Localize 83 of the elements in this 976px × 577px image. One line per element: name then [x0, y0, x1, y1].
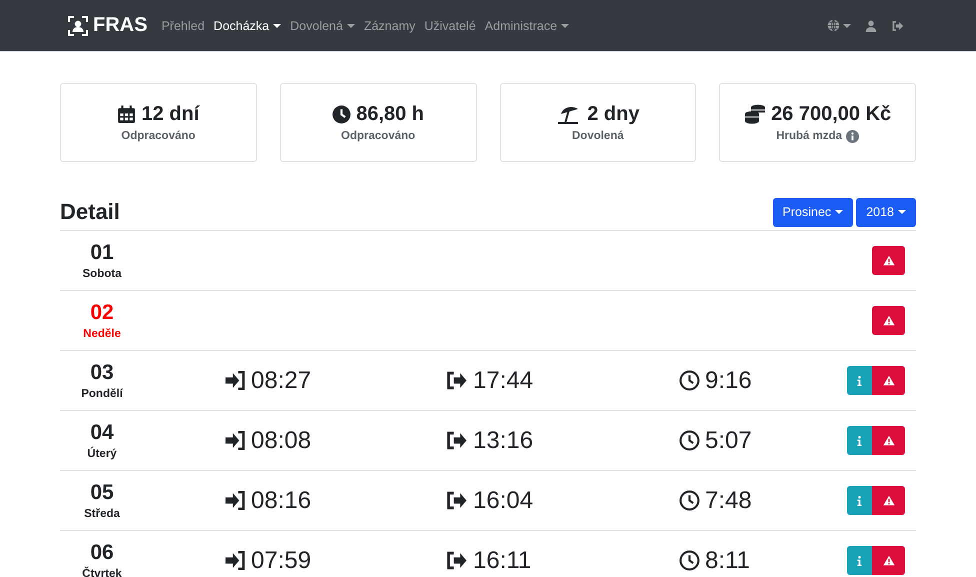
warning-icon	[882, 315, 894, 326]
calendar-icon	[117, 105, 136, 124]
clock-icon	[679, 430, 700, 451]
stat-value: 2 dny	[587, 103, 640, 126]
stat-label: Dovolená	[572, 130, 624, 142]
nav-link[interactable]: Docházka	[214, 18, 282, 32]
arrival-time: 08:08	[251, 426, 312, 454]
duration-time: 9:16	[705, 366, 752, 394]
info-icon	[857, 496, 862, 506]
stat-label: Hrubá mzda	[776, 130, 842, 142]
logout-icon[interactable]	[891, 20, 904, 32]
weekday-label: Sobota	[82, 268, 122, 280]
stat-value: 12 dní	[141, 103, 200, 126]
warning-button[interactable]	[872, 366, 905, 395]
warning-icon	[882, 555, 894, 566]
stat-label: Odpracováno	[121, 130, 196, 142]
stat-label: Odpracováno	[341, 130, 416, 142]
duration-time: 8:11	[705, 546, 750, 574]
departure-time: 13:16	[473, 426, 534, 454]
month-dropdown[interactable]: Prosinec	[772, 198, 854, 226]
sign-out-icon	[446, 491, 468, 510]
info-icon	[857, 556, 862, 566]
arrival-time: 07:59	[251, 546, 312, 574]
nav-link[interactable]: Přehled	[161, 18, 205, 32]
sign-out-icon	[446, 431, 468, 450]
day-number: 03	[90, 361, 114, 385]
nav-link[interactable]: Dovolená	[290, 18, 355, 32]
info-button[interactable]	[847, 486, 872, 515]
arrival-time: 08:27	[251, 366, 312, 394]
info-button[interactable]	[847, 366, 872, 395]
clock-icon	[679, 550, 700, 571]
clock-icon	[679, 370, 700, 391]
weekday-label: Středa	[84, 508, 120, 520]
sign-out-icon	[446, 551, 468, 570]
weekday-label: Úterý	[87, 448, 117, 460]
info-button[interactable]	[847, 546, 872, 575]
day-number: 05	[90, 481, 114, 505]
info-button[interactable]	[847, 426, 872, 455]
warning-button[interactable]	[872, 306, 905, 335]
warning-button[interactable]	[872, 486, 905, 515]
sign-in-icon	[224, 371, 246, 390]
sign-in-icon	[224, 491, 246, 510]
sign-in-icon	[224, 551, 246, 570]
nav-link[interactable]: Záznamy	[364, 18, 416, 32]
coins-icon	[744, 104, 766, 124]
clock-icon	[679, 490, 700, 511]
brand-logo[interactable]: FRAS	[68, 14, 148, 37]
stat-value: 86,80 h	[356, 103, 424, 126]
warning-icon	[882, 255, 894, 266]
departure-time: 16:11	[473, 546, 532, 574]
nav-link[interactable]: Uživatelé	[424, 18, 476, 32]
sign-out-icon	[446, 371, 468, 390]
user-icon[interactable]	[865, 20, 877, 32]
user-frame-icon	[68, 16, 88, 36]
weekday-label: Neděle	[83, 328, 121, 340]
warning-button[interactable]	[872, 426, 905, 455]
warning-button[interactable]	[872, 246, 905, 275]
day-number: 06	[90, 541, 114, 565]
info-icon	[857, 436, 862, 446]
day-number: 01	[90, 241, 114, 265]
section-title: Detail	[60, 199, 120, 225]
globe-icon[interactable]	[827, 19, 840, 32]
duration-time: 5:07	[705, 426, 752, 454]
warning-icon	[882, 375, 894, 386]
departure-time: 17:44	[473, 366, 534, 394]
day-number: 02	[90, 301, 114, 325]
arrival-time: 08:16	[251, 486, 312, 514]
info-icon	[857, 376, 862, 386]
caret-icon[interactable]	[843, 24, 851, 28]
info-icon[interactable]	[846, 130, 860, 142]
year-dropdown[interactable]: 2018	[856, 198, 916, 226]
warning-icon	[882, 435, 894, 446]
sign-in-icon	[224, 431, 246, 450]
departure-time: 16:04	[473, 486, 534, 514]
duration-time: 7:48	[705, 486, 752, 514]
stat-value: 26 700,00 Kč	[771, 102, 892, 126]
day-number: 04	[90, 421, 114, 445]
nav-link[interactable]: Administrace	[484, 18, 570, 32]
warning-button[interactable]	[872, 546, 905, 575]
weekday-label: Pondělí	[81, 388, 123, 400]
weekday-label: Čtvrtek	[82, 568, 122, 577]
clock-icon	[332, 105, 352, 124]
warning-icon	[882, 495, 894, 506]
